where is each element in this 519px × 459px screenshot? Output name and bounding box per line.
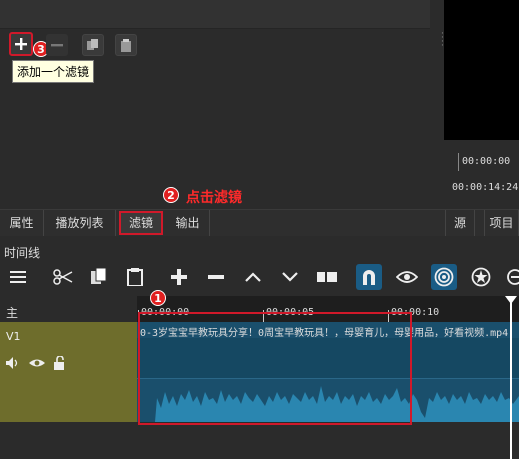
position-timecode[interactable]: 00:00:00: [458, 153, 519, 171]
append-button[interactable]: [166, 264, 192, 290]
timeline-empty-area[interactable]: [137, 422, 519, 459]
snap-magnet-icon: [363, 270, 375, 285]
zoom-out-icon: [507, 269, 519, 285]
scrub-toggle[interactable]: [394, 264, 420, 290]
add-filter-button[interactable]: [9, 32, 33, 56]
video-preview: [444, 0, 519, 140]
tab-playlist[interactable]: 播放列表: [44, 210, 116, 236]
up-icon: [245, 272, 261, 282]
step-1-badge: 1: [150, 290, 166, 306]
copy-filter-button[interactable]: [82, 34, 104, 56]
scrub-eye-icon: [396, 271, 418, 283]
duration-timecode: 00:00:14:24: [452, 182, 519, 193]
cut-icon: [53, 269, 73, 285]
copy-icon: [87, 39, 98, 50]
minus-icon: [208, 275, 224, 279]
hide-video-eye-icon[interactable]: [28, 356, 46, 370]
tab-project[interactable]: 项目: [484, 210, 519, 236]
paste-icon: [121, 38, 131, 52]
menu-icon: [10, 271, 26, 283]
playhead-handle[interactable]: [505, 296, 517, 304]
mute-audio-icon[interactable]: [6, 356, 24, 370]
snap-toggle[interactable]: [356, 264, 382, 290]
copy-icon: [91, 268, 107, 284]
tab-filters[interactable]: 滤镜: [119, 211, 163, 235]
playhead[interactable]: [510, 296, 512, 459]
minus-icon: [51, 44, 63, 47]
paste-button[interactable]: [122, 264, 148, 290]
tab-source[interactable]: 源: [445, 210, 475, 236]
track-header-v1[interactable]: [0, 322, 137, 422]
paste-icon: [127, 268, 143, 286]
track-header-empty: [0, 422, 137, 459]
step-1-highlight: [138, 312, 412, 425]
filter-list[interactable]: [0, 0, 430, 29]
master-track-label: 主: [6, 306, 19, 320]
lock-icon[interactable]: [54, 356, 68, 370]
copy-button[interactable]: [86, 264, 112, 290]
add-filter-tooltip: 添加一个滤镜: [12, 60, 95, 83]
remove-button[interactable]: [203, 264, 229, 290]
ripple-all-icon: [471, 267, 491, 287]
track-name-v1[interactable]: V1: [6, 330, 21, 343]
ripple-icon: [434, 267, 454, 287]
ripple-toggle[interactable]: [431, 264, 457, 290]
overwrite-button[interactable]: [277, 264, 303, 290]
timeline-title: 时间线: [4, 246, 41, 260]
plus-icon: [15, 38, 27, 50]
ripple-all-toggle[interactable]: [468, 264, 494, 290]
panel-tab-bar: 属性 播放列表 滤镜 输出 源 项目: [0, 209, 519, 236]
split-button[interactable]: [314, 264, 340, 290]
timeline-menu-button[interactable]: [5, 264, 31, 290]
filter-panel: [0, 0, 430, 205]
step-2-badge: 2: [163, 187, 179, 203]
split-icon: [317, 270, 337, 284]
tab-export[interactable]: 输出: [166, 210, 210, 236]
paste-filter-button[interactable]: [115, 34, 137, 56]
zoom-out-button[interactable]: [505, 264, 519, 290]
remove-filter-button[interactable]: [46, 34, 68, 56]
cut-button[interactable]: [50, 264, 76, 290]
down-icon: [282, 272, 298, 282]
tab-properties[interactable]: 属性: [0, 210, 44, 236]
lift-button[interactable]: [240, 264, 266, 290]
plus-icon: [171, 269, 187, 285]
step-2-instruction: 点击滤镜: [186, 190, 242, 206]
